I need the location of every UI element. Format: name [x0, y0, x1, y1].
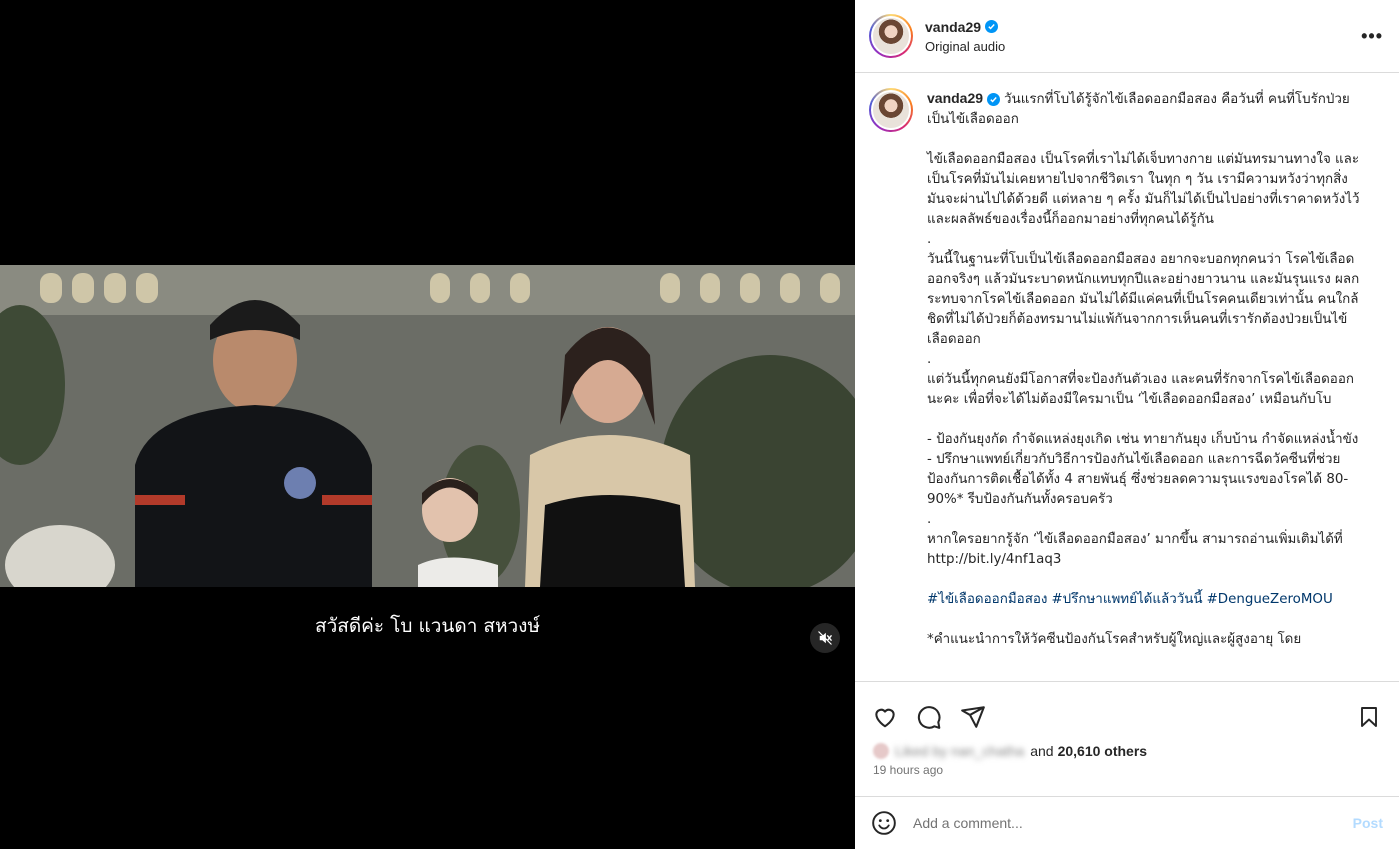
paper-plane-icon	[961, 705, 985, 728]
hashtag-link[interactable]: #ปรึกษาแพทย์ได้แล้ววันนี้	[1051, 592, 1202, 607]
likes-count[interactable]: 20,610 others	[1058, 743, 1148, 759]
caption-footnote: *คำแนะนำการให้วัคซีนป้องกันโรคสำหรับผู้ใ…	[927, 632, 1302, 647]
post-details-pane: vanda29 Original audio ••• vanda29 วันแรก…	[855, 0, 1399, 849]
video-frame	[0, 265, 855, 587]
like-button[interactable]	[871, 703, 899, 731]
author-avatar-image	[871, 16, 911, 56]
emoji-icon[interactable]	[871, 810, 897, 836]
caption-lead: vanda29 วันแรกที่โบได้รู้จักไข้เลือดออกมื…	[927, 88, 1361, 130]
action-icons	[855, 682, 1399, 738]
caption-paragraph-4: หากใครอยากรู้จัก ‘ไข้เลือดออกมือสอง’ มาก…	[927, 532, 1347, 567]
mute-toggle-button[interactable]	[810, 623, 840, 653]
caption-author-avatar-image	[871, 90, 911, 130]
bookmark-icon	[1361, 706, 1377, 727]
caption-paragraph-1: ไข้เลือดออกมือสอง เป็นโรคที่เราไม่ได้เจ็…	[927, 152, 1364, 227]
caption-paragraph-2: วันนี้ในฐานะที่โบเป็นไข้เลือดออกมือสอง อ…	[927, 252, 1360, 347]
family-photo-illustration	[0, 265, 855, 587]
verified-badge-icon	[987, 93, 1001, 106]
caption-scroll-area[interactable]: vanda29 วันแรกที่โบได้รู้จักไข้เลือดออกมื…	[855, 74, 1399, 681]
author-info: vanda29 Original audio	[925, 19, 1005, 54]
caption-separator: .	[927, 232, 932, 247]
likes-summary[interactable]: Liked by nan_chatha and 20,610 others	[855, 738, 1399, 759]
author-username[interactable]: vanda29	[925, 19, 1005, 35]
speaker-muted-icon	[818, 631, 832, 645]
post-modal: สวัสดีค่ะ โบ แวนดา สหวงษ์ vanda29 Origin…	[0, 0, 1399, 849]
caption-separator: .	[927, 352, 932, 367]
caption: vanda29 วันแรกที่โบได้รู้จักไข้เลือดออกมื…	[855, 74, 1399, 650]
verified-badge-icon	[985, 20, 999, 33]
post-actions: Liked by nan_chatha and 20,610 others 19…	[855, 681, 1399, 796]
caption-separator: .	[927, 512, 932, 527]
post-timestamp[interactable]: 19 hours ago	[855, 759, 1399, 777]
likes-and-text: and	[1030, 743, 1054, 759]
caption-bullet-1: - ป้องกันยุงกัด กำจัดแหล่งยุงเกิด เช่น ท…	[927, 432, 1359, 447]
liked-by-text: Liked by nan_chatha	[895, 743, 1025, 759]
video-subtitle: สวัสดีค่ะ โบ แวนดา สหวงษ์	[314, 615, 540, 637]
comment-button[interactable]	[915, 703, 943, 731]
share-button[interactable]	[959, 703, 987, 731]
caption-bullet-2: - ปรึกษาแพทย์เกี่ยวกับวิธีการป้องกันไข้เ…	[927, 452, 1349, 507]
comment-bubble-icon	[917, 705, 941, 729]
save-button[interactable]	[1355, 703, 1383, 731]
author-avatar[interactable]	[869, 14, 913, 58]
video-player[interactable]: สวัสดีค่ะ โบ แวนดา สหวงษ์	[0, 0, 855, 849]
author-username-text[interactable]: vanda29	[925, 19, 981, 35]
caption-text: vanda29 วันแรกที่โบได้รู้จักไข้เลือดออกมื…	[927, 88, 1361, 650]
more-options-button[interactable]: •••	[1361, 26, 1383, 47]
comment-input[interactable]	[913, 815, 1353, 831]
comment-composer: Post	[855, 796, 1399, 849]
hashtag-link[interactable]: #ไข้เลือดออกมือสอง	[927, 592, 1047, 607]
caption-hashtags: #ไข้เลือดออกมือสอง #ปรึกษาแพทย์ได้แล้ววัน…	[927, 590, 1361, 610]
post-header: vanda29 Original audio •••	[855, 0, 1399, 73]
audio-label[interactable]: Original audio	[925, 39, 1005, 54]
hashtag-link[interactable]: #DengueZeroMOU	[1207, 592, 1333, 607]
caption-paragraph-3: แต่วันนี้ทุกคนยังมีโอกาสที่จะป้องกันตัวเ…	[927, 372, 1354, 407]
caption-username[interactable]: vanda29	[927, 90, 983, 106]
heart-icon	[875, 708, 895, 727]
liker-avatar	[873, 743, 889, 759]
post-comment-button[interactable]: Post	[1353, 815, 1383, 831]
caption-author-avatar[interactable]	[869, 88, 913, 132]
